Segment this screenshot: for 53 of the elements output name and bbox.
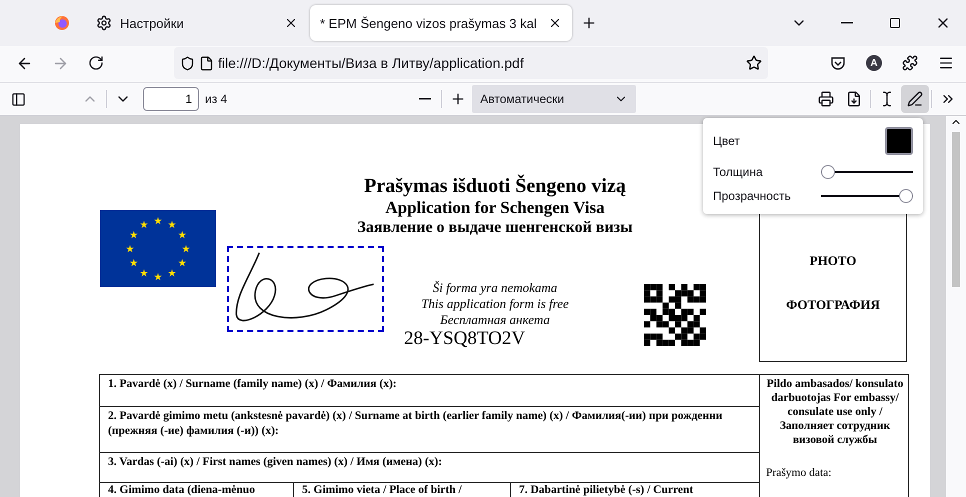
form-field-label: 1. Pavardė (x) / Surname (family name) (x) / Фамилия (x): [100,375,759,407]
scrollbar-thumb[interactable] [952,132,960,287]
office-date-label: Prašymo data: [766,467,832,479]
menu-icon [938,55,954,71]
printer-icon [818,91,834,107]
qr-code-drawing [644,284,706,346]
gear-icon [96,15,112,31]
account-button[interactable]: A [860,49,888,77]
photo-label: PHOTO [810,253,856,269]
bookmark-star-icon[interactable] [746,55,762,71]
form-field-label: 5. Gimimo vieta / Place of birth / [294,483,511,497]
document-title: Application for Schengen Visa [384,198,606,218]
reload-icon [88,55,104,71]
maximize-icon [889,17,901,29]
close-icon[interactable] [548,16,562,30]
document-title: Prašymas išduoti Šengeno vizą [363,174,627,198]
application-code: 28-YSQ8TO2V [404,328,526,350]
slider-thumb[interactable] [821,165,835,179]
minimize-icon [841,22,853,24]
form-field-label: 2. Pavardė gimimo metu (ankstesnė pavardė) (x) / Surname at birth (earlier family name) (x) / Фамилия(-ии) при рожденни (прежняя (-ие) фамилия (-и)) (x): [100,407,759,453]
pocket-icon [830,55,846,71]
plus-icon [581,15,597,31]
office-note: Pildo ambasados/ konsulato darbuotojas For embassy/ consulate use only / Заполняет сотрудник визовой службы [766,377,904,447]
close-icon[interactable] [284,16,298,30]
form-field-label: 7. Dabartinė pilietybė (-s) / Current [518,483,694,497]
browser-tab[interactable]: Настройки [86,5,308,41]
firefox-icon[interactable] [54,15,70,31]
browser-tab[interactable]: * EPM Šengeno vizos prašymas 3 kal [310,5,572,41]
form-field-label: 4. Gimimo data (diena-mėnuo [100,483,294,497]
color-label: Цвет [713,134,740,148]
file-icon [199,56,214,70]
photo-label: ФОТОГРАФИЯ [786,297,880,313]
form-note: This application form is free [420,296,570,312]
address-field[interactable]: file:///D:/Документы/Виза в Литву/application.pdf [174,47,768,79]
form-field-label: 3. Vardas (-ai) (x) / First names (given names) (x) / Имя (имена) (x): [100,453,759,483]
form-note: Бесплатная анкета [439,312,551,328]
download-icon [846,91,862,107]
opacity-label: Прозрачность [713,189,791,203]
color-swatch[interactable] [885,127,913,155]
minus-icon [419,98,432,100]
thickness-label: Толщина [713,165,763,179]
draw-button[interactable] [901,85,929,113]
page-number-field[interactable]: 1 [143,87,199,111]
document-title: Заявление о выдаче шенгенской визы [356,218,634,238]
puzzle-icon [902,55,918,71]
page-count: из 4 [205,92,228,106]
sidebar-icon [10,92,26,106]
slider-thumb[interactable] [899,189,913,203]
shield-icon [180,56,195,70]
signature-drawing[interactable] [227,246,384,332]
form-note: Ši forma yra nemokama [432,280,558,296]
zoom-select[interactable]: Автоматически [472,85,636,113]
pen-icon [907,91,923,107]
